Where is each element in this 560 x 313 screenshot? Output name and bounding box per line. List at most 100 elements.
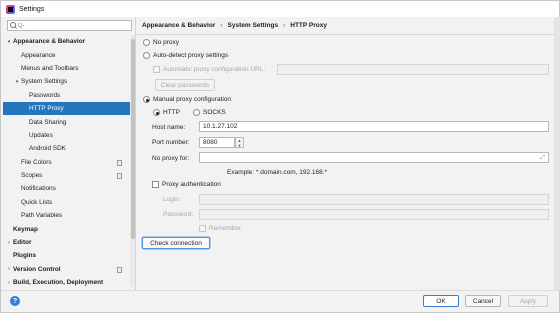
sidebar-item-system-settings[interactable]: ▾ System Settings (3, 75, 130, 88)
check-connection-button[interactable]: Check connection (142, 237, 210, 249)
window-title: Settings (19, 5, 45, 13)
login-label: Login: (163, 196, 181, 203)
auto-config-url-option[interactable]: Automatic proxy configuration URL: (153, 66, 265, 73)
auto-config-url-field[interactable] (277, 64, 549, 75)
proxy-settings-panel: Appearance & Behavior › System Settings … (137, 17, 559, 290)
password-label: Password: (163, 211, 194, 218)
sidebar-item-editor[interactable]: › Editor (3, 236, 130, 249)
expand-arrow-icon[interactable]: › (5, 266, 13, 272)
manual-proxy-radio[interactable] (143, 96, 150, 103)
sidebar-item-keymap[interactable]: Keymap (3, 222, 130, 235)
expand-arrow-icon[interactable]: ▾ (5, 39, 13, 45)
host-name-label: Host name: (152, 124, 186, 131)
sidebar-item-data-sharing[interactable]: Data Sharing (3, 115, 130, 128)
sidebar-scroll-thumb[interactable] (131, 39, 135, 239)
sidebar-item-label: Version Control (13, 265, 61, 273)
sidebar-item-file-colors[interactable]: File Colors (3, 156, 130, 169)
expand-arrow-icon[interactable]: › (5, 240, 13, 246)
port-number-field[interactable]: 8080 (199, 137, 235, 148)
port-stepper[interactable]: ▲ ▼ (235, 137, 244, 148)
breadcrumb: Appearance & Behavior › System Settings … (142, 22, 327, 29)
sidebar-item-scopes[interactable]: Scopes (3, 169, 130, 182)
stepper-down-icon[interactable]: ▼ (238, 143, 242, 148)
sidebar-item-label: Path Variables (21, 212, 63, 220)
sidebar-item-label: HTTP Proxy (29, 105, 64, 113)
sidebar-item-menus-and-toolbars[interactable]: Menus and Toolbars (3, 62, 130, 75)
expand-arrow-icon[interactable]: ▾ (13, 79, 21, 85)
sidebar-item-label: Appearance & Behavior (13, 38, 86, 46)
auto-config-url-checkbox[interactable] (153, 66, 160, 73)
remember-label: Remember (209, 225, 242, 232)
project-scope-icon (117, 159, 122, 166)
login-field[interactable] (199, 194, 549, 205)
breadcrumb-http-proxy: HTTP Proxy (290, 22, 327, 29)
proxy-auth-label: Proxy authentication (162, 181, 221, 188)
breadcrumb-system-settings[interactable]: System Settings (228, 22, 279, 29)
no-proxy-example: Example: *.domain.com, 192.168.* (227, 169, 328, 176)
sidebar-item-label: Plugins (13, 252, 37, 260)
http-option[interactable]: HTTP (153, 109, 180, 116)
sidebar-item-label: System Settings (21, 78, 68, 86)
auto-detect-option[interactable]: Auto-detect proxy settings (143, 52, 228, 59)
proxy-auth-option[interactable]: Proxy authentication (152, 181, 221, 188)
sidebar-item-build-execution-deployment[interactable]: › Build, Execution, Deployment (3, 276, 130, 289)
breadcrumb-appearance[interactable]: Appearance & Behavior (142, 22, 215, 29)
no-proxy-for-label: No proxy for: (152, 155, 190, 162)
password-field[interactable] (199, 209, 549, 220)
search-icon (10, 21, 18, 30)
sidebar-item-label: Updates (29, 131, 53, 139)
sidebar-item-android-sdk[interactable]: Android SDK (3, 142, 130, 155)
sidebar-item-label: Data Sharing (29, 118, 67, 126)
sidebar-item-quick-lists[interactable]: Quick Lists (3, 196, 130, 209)
panel-scrollbar[interactable] (554, 17, 560, 290)
sidebar-item-label: Build, Execution, Deployment (13, 279, 104, 287)
manual-proxy-option[interactable]: Manual proxy configuration (143, 96, 231, 103)
sidebar-item-label: Menus and Toolbars (21, 64, 79, 72)
clear-passwords-button[interactable]: Clear passwords (155, 79, 215, 91)
expand-icon[interactable]: ⤢ (540, 155, 545, 162)
sidebar-item-notifications[interactable]: Notifications (3, 182, 130, 195)
breadcrumb-separator: › (220, 22, 223, 29)
port-number-label: Port number: (152, 139, 190, 146)
sidebar-item-label: Keymap (13, 225, 38, 233)
manual-proxy-label: Manual proxy configuration (153, 96, 232, 103)
sidebar-item-label: Scopes (21, 172, 43, 180)
apply-button[interactable]: Apply (508, 295, 548, 307)
cancel-button[interactable]: Cancel (465, 295, 501, 307)
search-input[interactable] (18, 21, 118, 30)
sidebar-item-appearance[interactable]: Appearance (3, 48, 130, 61)
no-proxy-for-field[interactable]: ⤢ (199, 152, 549, 163)
sidebar-item-appearance-behavior[interactable]: ▾ Appearance & Behavior (3, 35, 130, 48)
breadcrumb-separator: › (283, 22, 286, 29)
socks-option[interactable]: SOCKS (193, 109, 226, 116)
sidebar-item-label: Quick Lists (21, 198, 53, 206)
sidebar-item-label: Notifications (21, 185, 56, 193)
no-proxy-radio[interactable] (143, 39, 150, 46)
search-box[interactable] (7, 20, 132, 31)
auto-detect-radio[interactable] (143, 52, 150, 59)
sidebar-item-updates[interactable]: Updates (3, 129, 130, 142)
host-name-field[interactable]: 10.1.27.102 (199, 121, 549, 132)
proxy-auth-checkbox[interactable] (152, 181, 159, 188)
ok-button[interactable]: OK (423, 295, 459, 307)
auto-detect-label: Auto-detect proxy settings (153, 52, 229, 59)
sidebar-item-path-variables[interactable]: Path Variables (3, 209, 130, 222)
sidebar-item-version-control[interactable]: › Version Control (3, 263, 130, 276)
project-scope-icon (117, 266, 122, 273)
help-icon[interactable]: ? (10, 296, 20, 306)
no-proxy-option[interactable]: No proxy (143, 39, 179, 46)
sidebar-item-label: Passwords (29, 91, 61, 99)
remember-option[interactable]: Remember (199, 225, 241, 232)
sidebar-item-http-proxy[interactable]: HTTP Proxy (3, 101, 130, 116)
http-radio[interactable] (153, 109, 160, 116)
sidebar-scrollbar[interactable] (130, 35, 135, 287)
remember-checkbox[interactable] (199, 225, 206, 232)
sidebar-item-passwords[interactable]: Passwords (3, 89, 130, 102)
expand-arrow-icon[interactable]: › (5, 280, 13, 286)
settings-sidebar: ▾Appearance & BehaviorAppearanceMenus an… (3, 17, 136, 290)
http-label: HTTP (163, 109, 180, 116)
sidebar-item-label: Appearance (21, 51, 56, 59)
socks-radio[interactable] (193, 109, 200, 116)
sidebar-item-plugins[interactable]: Plugins (3, 249, 130, 262)
sidebar-item-label: Editor (13, 239, 32, 247)
